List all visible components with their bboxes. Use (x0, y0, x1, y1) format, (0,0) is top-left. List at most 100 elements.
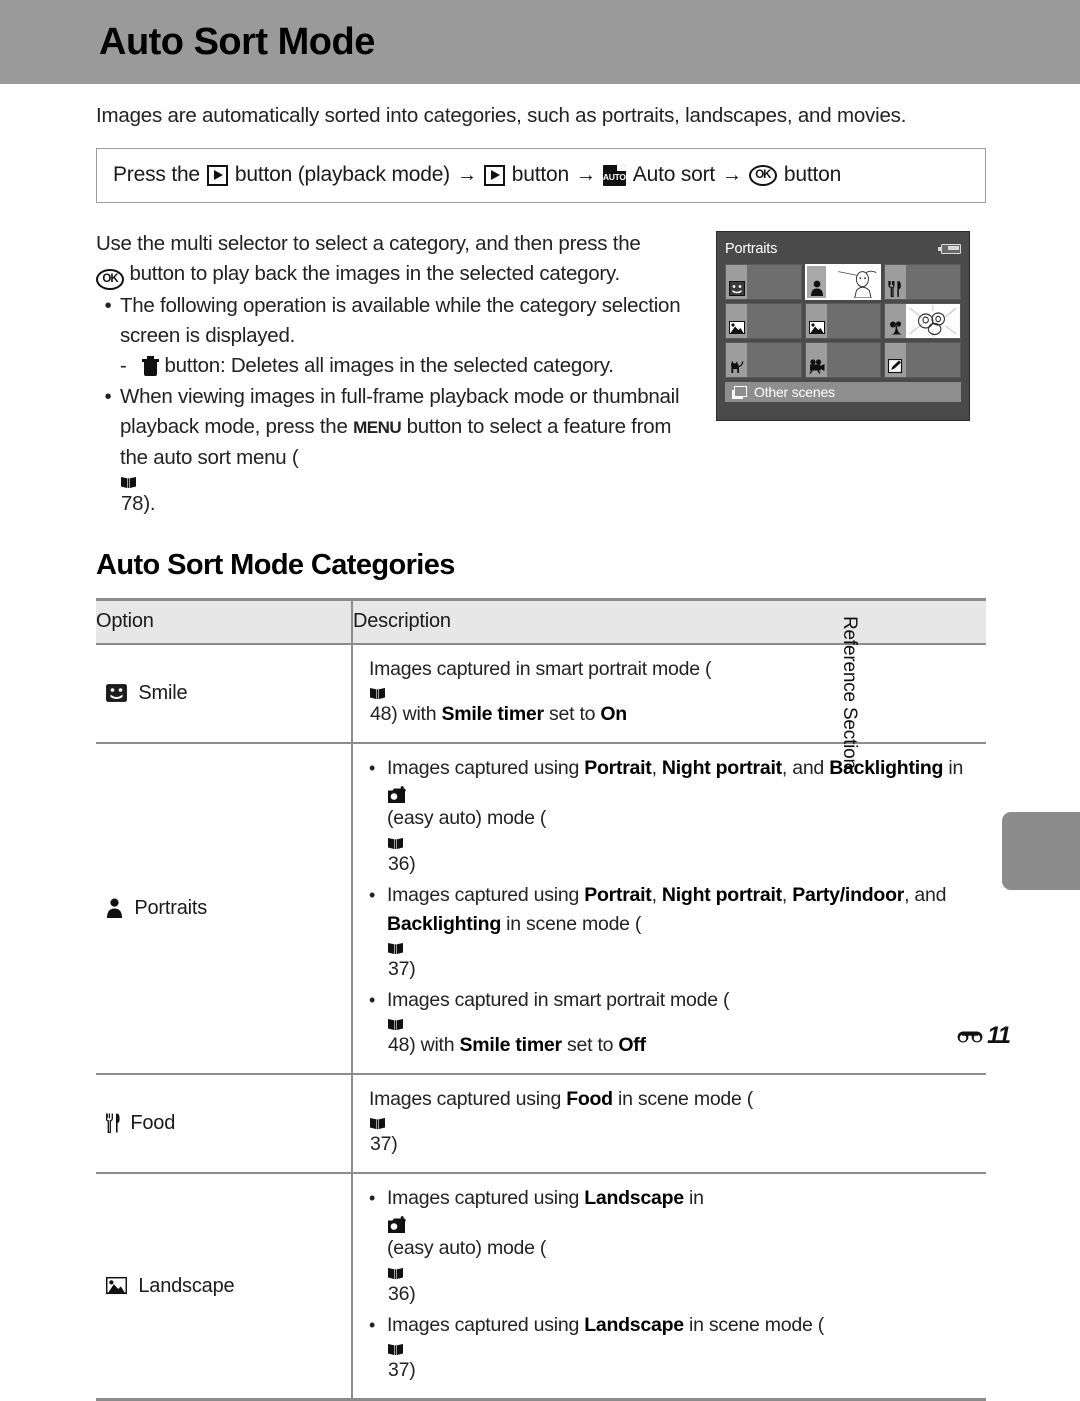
page-ref-48: 48 (370, 703, 392, 725)
arrow-right-icon-3: → (722, 164, 742, 186)
trash-icon (142, 356, 159, 376)
procedure-text-2: button (playback mode) (234, 163, 450, 186)
description-cell-landscape: • Images captured using Landscape in (eas… (352, 1173, 986, 1401)
desc-bullet: • Images captured using Landscape in scen… (369, 1311, 974, 1387)
easy-auto-icon (387, 1216, 974, 1234)
page-title: Auto Sort Mode (99, 20, 375, 63)
sub-bullet-marker: - (120, 355, 127, 377)
portrait-icon (810, 280, 826, 296)
option-cell-food: Food (96, 1074, 353, 1174)
smile-icon (106, 684, 127, 702)
desc-line-2: button to play back the images in the se… (129, 262, 620, 285)
description-cell-smile: Images captured in smart portrait mode (… (352, 644, 986, 744)
ok-button-icon-inline: OK (96, 269, 124, 290)
lcd-top-bar: Portraits (725, 239, 961, 259)
book-page-ref-icon (369, 686, 974, 700)
side-tab-label: Reference Section (839, 616, 860, 769)
section-heading: Auto Sort Mode Categories (96, 549, 455, 581)
bold-smile-timer: Smile timer (441, 703, 544, 725)
table-header-option: Option (96, 598, 353, 645)
option-label-smile: Smile (138, 682, 188, 704)
bullet-item-2: • When viewing images in full-frame play… (96, 382, 696, 521)
portrait-thumbnail (827, 266, 880, 298)
bold-on: On (600, 703, 627, 725)
bold-food: Food (566, 1088, 613, 1110)
landscape-icon (105, 1276, 128, 1295)
description-bullet-list: • Images captured using Landscape in (eas… (369, 1184, 974, 1387)
ok-button-icon: OK (748, 164, 777, 186)
bullet-2-page-number: 78 (121, 492, 144, 515)
option-label-landscape: Landscape (138, 1274, 235, 1297)
other-scenes-label: Other scenes (754, 384, 835, 400)
flower-thumbnail (906, 304, 960, 338)
description-bullet-list: • Images captured using Portrait, Night p… (369, 754, 974, 1062)
book-page-ref-icon (387, 1342, 974, 1356)
stack-icon (732, 385, 747, 399)
book-page-ref-icon (387, 941, 974, 955)
description-text: Use the multi selector to select a categ… (96, 229, 696, 521)
procedure-text-4: Auto sort (632, 163, 716, 186)
page-ref-37: 37 (388, 958, 410, 980)
page-ref-37c: 37 (388, 1359, 410, 1381)
desc-bullet: • Images captured using Landscape in (eas… (369, 1184, 974, 1311)
lcd-cell-landscape-1[interactable] (725, 303, 802, 339)
bullet-marker: • (369, 1188, 376, 1208)
procedure-text-5: button (783, 163, 842, 186)
bullet-2-text: When viewing images in full-frame playba… (120, 382, 696, 521)
procedure-box: Press the button (playback mode) → butto… (96, 148, 986, 203)
page-ref-36: 36 (388, 853, 410, 875)
bullet-marker: • (369, 885, 376, 905)
auto-sort-folder-icon: AUTO (602, 164, 626, 186)
side-tab-block (1002, 812, 1080, 890)
lcd-cell-portraits[interactable] (804, 264, 882, 300)
lcd-cell-pet[interactable] (725, 342, 802, 378)
bullet-text: Images captured using Portrait, Night po… (387, 881, 974, 986)
battery-icon (938, 244, 961, 254)
bullet-marker: • (104, 295, 112, 317)
arrow-right-icon-1: → (456, 164, 477, 186)
lcd-cell-smile[interactable] (725, 264, 802, 300)
sub-bullet-1-label: button: Deletes all images in the select… (164, 354, 614, 377)
page-ref-36b: 36 (388, 1283, 410, 1305)
bullet-text: Images captured using Landscape in scene… (387, 1311, 974, 1387)
lcd-category-grid (725, 264, 961, 378)
procedure-text-3: button (511, 163, 569, 186)
page-footer: 11 (0, 1022, 1011, 1050)
option-cell-smile: Smile (96, 644, 353, 744)
food-icon (105, 1113, 121, 1134)
bullet-marker-2: • (104, 386, 112, 408)
other-scenes-bar[interactable]: Other scenes (725, 382, 961, 402)
sub-bullet-1-text: button: Deletes all images in the select… (142, 351, 696, 381)
book-page-ref-icon (369, 1116, 974, 1130)
description-and-screenshot-area: Use the multi selector to select a categ… (96, 229, 986, 521)
landscape-icon (729, 320, 745, 335)
lcd-cell-retouch[interactable] (884, 342, 961, 378)
desc-bullet: • Images captured using Portrait, Night p… (369, 754, 974, 881)
bullet-marker: • (369, 1315, 376, 1335)
procedure-text-1: Press the (113, 163, 200, 186)
desc-line-1: Use the multi selector to select a categ… (96, 232, 641, 255)
book-page-ref-icon (387, 1266, 974, 1280)
reference-section-marker-icon (957, 1028, 984, 1044)
camera-screen-illustration: Portraits Other scenes (716, 231, 970, 421)
bullet-marker: • (369, 758, 376, 778)
page-number: 11 (987, 1022, 1011, 1049)
lcd-cell-movie[interactable] (804, 342, 882, 378)
lcd-cell-landscape-2[interactable] (804, 303, 882, 339)
retouch-icon (888, 358, 904, 374)
food-icon (888, 281, 904, 298)
bullet-2-part-c: ). (143, 492, 156, 515)
option-label-food: Food (130, 1112, 176, 1134)
playback-icon-2 (483, 164, 505, 186)
bullet-text: Images captured using Portrait, Night po… (387, 754, 974, 881)
lcd-cell-food[interactable] (884, 264, 961, 300)
movie-icon (809, 359, 825, 374)
intro-paragraph: Images are automatically sorted into cat… (96, 104, 907, 127)
table-header-description: Description (352, 598, 986, 645)
lcd-category-title: Portraits (725, 241, 778, 257)
book-page-ref-icon (387, 836, 974, 850)
pet-icon (729, 359, 745, 374)
arrow-right-icon-2: → (575, 164, 596, 186)
desc-line-2-wrap: OK button to play back the images in the… (96, 259, 696, 290)
lcd-cell-close-up[interactable] (884, 303, 961, 339)
